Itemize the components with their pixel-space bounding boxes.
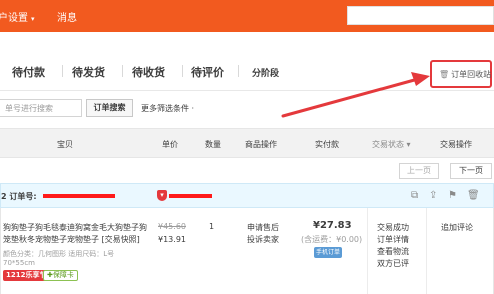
- redacted-shop-name: [169, 194, 212, 198]
- prev-page-button[interactable]: 上一页: [399, 163, 439, 179]
- original-price: ¥45.60: [158, 222, 186, 231]
- paid-amount: ¥27.83: [313, 220, 352, 231]
- column-quantity: 数量: [205, 140, 221, 149]
- after-sales-link[interactable]: 申请售后: [247, 222, 279, 233]
- product-sku-line2: 70*55cm: [3, 259, 35, 267]
- view-logistics-link[interactable]: 查看物流: [377, 246, 409, 257]
- product-title-line2[interactable]: 笼垫秋冬宠物垫子宠物垫子 [交易快照]: [3, 234, 140, 245]
- guarantee-label: 保障卡: [52, 271, 74, 279]
- tab-divider: [122, 65, 123, 77]
- tab-installment[interactable]: 分阶段: [252, 66, 279, 79]
- account-settings-label: 户设置: [0, 13, 28, 24]
- tab-pending-payment[interactable]: 待付款: [12, 64, 45, 80]
- guarantee-badge: ✚保障卡: [43, 270, 78, 281]
- next-page-button[interactable]: 下一页: [450, 163, 492, 179]
- column-product-ops: 商品操作: [245, 140, 277, 149]
- complain-seller-link[interactable]: 投诉卖家: [247, 234, 279, 245]
- delete-icon[interactable]: 🗑: [467, 190, 480, 201]
- unit-price: ¥13.91: [158, 235, 186, 244]
- share-icon[interactable]: ⧉: [411, 190, 418, 201]
- column-unit-price: 单价: [162, 140, 178, 149]
- product-title-line1[interactable]: 狗狗垫子狗毛毯泰迪狗窝金毛大狗垫子狗: [3, 222, 147, 233]
- mobile-order-badge: 手机订单: [314, 247, 342, 258]
- more-filters-toggle[interactable]: 更多筛选条件 ·: [141, 103, 194, 114]
- recycle-bin-label: 订单回收站: [451, 70, 492, 79]
- column-paid: 实付款: [315, 140, 339, 149]
- site-search-input[interactable]: [347, 6, 494, 25]
- order-recycle-bin-link[interactable]: 🗑 订单回收站: [430, 60, 492, 88]
- add-review-link[interactable]: 追加评论: [441, 222, 473, 233]
- column-trade-ops: 交易操作: [440, 140, 472, 149]
- tab-pending-review[interactable]: 待评价: [191, 64, 224, 80]
- account-settings-menu[interactable]: 户设置 ▾: [0, 9, 35, 24]
- trade-status: 交易成功: [377, 223, 409, 232]
- order-search-button[interactable]: 订单搜索: [86, 99, 133, 117]
- order-number-label: 2 订单号:: [1, 192, 37, 201]
- tab-pending-shipment[interactable]: 待发货: [72, 64, 105, 80]
- order-search-input[interactable]: 单号进行搜索: [0, 99, 82, 117]
- messages-link[interactable]: 消息: [57, 9, 77, 24]
- top-nav-bar: 户设置 ▾ 消息: [0, 0, 494, 32]
- tabs-underline: [0, 90, 494, 91]
- product-sku-line1: 颜色分类：几何图形 适用尺码：L号: [3, 250, 115, 258]
- tab-divider: [62, 65, 63, 77]
- chevron-down-icon: ▾: [31, 15, 35, 23]
- order-item-row: 狗狗垫子狗毛毯泰迪狗窝金毛大狗垫子狗 笼垫秋冬宠物垫子宠物垫子 [交易快照] 颜…: [0, 208, 494, 294]
- upload-icon[interactable]: ⇪: [429, 190, 437, 201]
- column-divider: [367, 208, 368, 294]
- column-status-filter[interactable]: 交易状态 ▾: [372, 139, 411, 150]
- both-reviewed-label: 双方已评: [377, 259, 409, 268]
- trash-icon: 🗑: [439, 70, 450, 79]
- column-product: 宝贝: [57, 140, 73, 149]
- item-quantity: 1: [209, 222, 215, 231]
- tab-divider: [238, 65, 239, 77]
- tab-divider: [182, 65, 183, 77]
- arrow-shaft: [281, 77, 420, 118]
- order-header: 2 订单号: ▾ ⧉ ⇪ ⚑ 🗑: [0, 183, 494, 208]
- tab-pending-receipt[interactable]: 待收货: [132, 64, 165, 80]
- shop-icon: ▾: [157, 190, 167, 201]
- shipping-fee-note: (含运费：¥0.00): [301, 235, 363, 244]
- order-table-header: 宝贝 单价 数量 商品操作 实付款 交易状态 ▾ 交易操作: [0, 128, 494, 158]
- arrow-head: [411, 72, 430, 86]
- order-detail-link[interactable]: 订单详情: [377, 234, 409, 245]
- flag-icon[interactable]: ⚑: [448, 190, 457, 201]
- redacted-order-number: [43, 194, 115, 198]
- column-divider: [426, 208, 427, 294]
